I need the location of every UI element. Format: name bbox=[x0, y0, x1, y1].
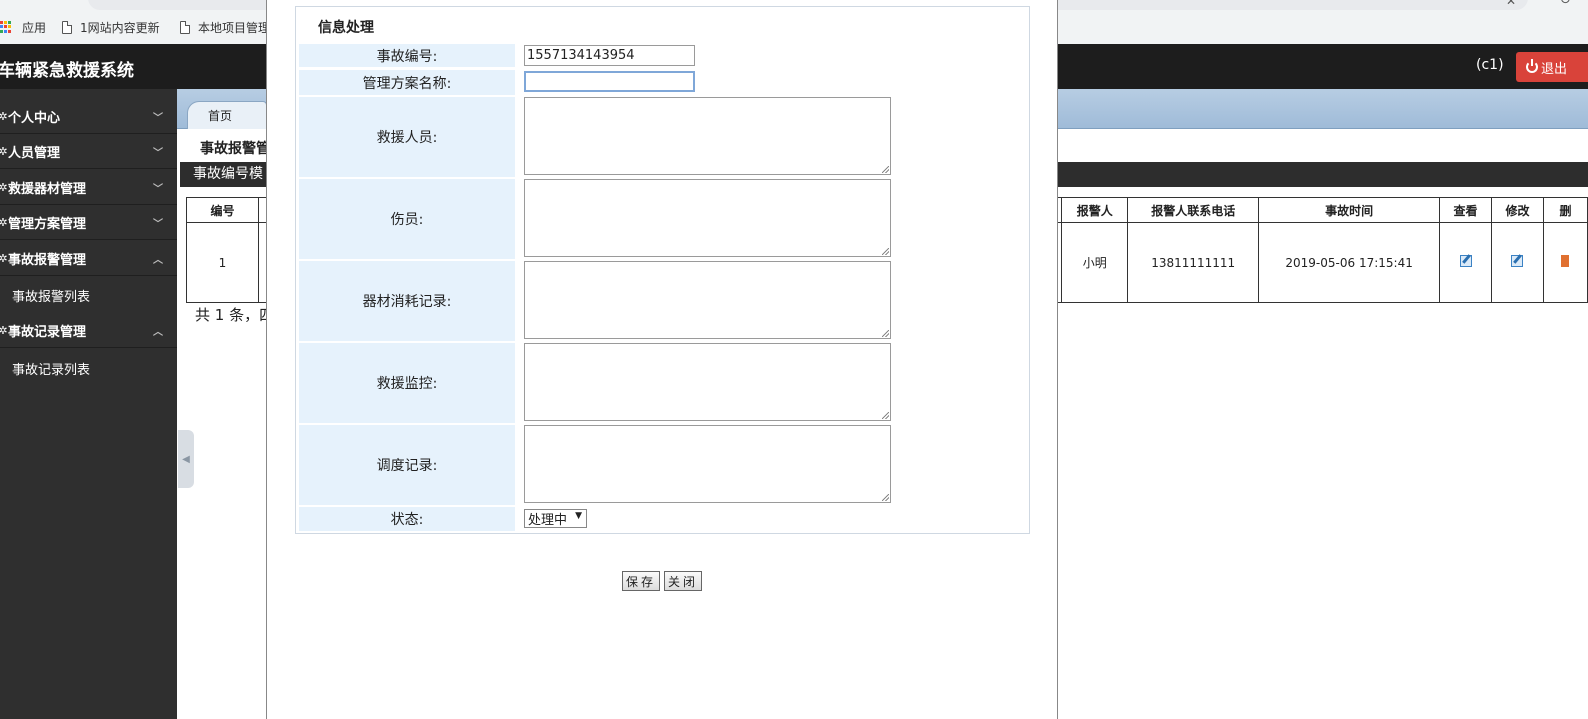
dispatch-label: 调度记录: bbox=[299, 425, 515, 505]
browser-menu-icon[interactable]: ⊖ bbox=[1560, 0, 1571, 7]
chevron-down-icon: ﹀ bbox=[153, 148, 163, 159]
app-title: 车辆紧急救援系统 bbox=[0, 61, 134, 81]
gear-icon: ✲ bbox=[0, 144, 8, 158]
plan-name-field[interactable] bbox=[524, 71, 695, 92]
sidebar-item-label: 人员管理 bbox=[8, 145, 61, 161]
tab-label: 首页 bbox=[208, 109, 233, 123]
close-icon[interactable]: ✕ bbox=[1506, 0, 1516, 8]
dispatch-textarea[interactable] bbox=[524, 425, 891, 503]
search-label: 事故编号模 bbox=[193, 166, 263, 182]
status-select[interactable]: 处理中 ▼ bbox=[524, 509, 587, 528]
sidebar-item-label: 个人中心 bbox=[8, 110, 61, 126]
gear-icon: ✲ bbox=[0, 323, 8, 337]
logout-button[interactable]: 退出 bbox=[1516, 52, 1588, 82]
bookmark-label: 1网站内容更新 bbox=[80, 20, 160, 35]
pager-summary: 共 1 条，四 bbox=[195, 306, 275, 324]
sidebar-item-records[interactable]: ✲ 事故记录管理 ︿ bbox=[0, 313, 177, 348]
sidebar-item-alarm[interactable]: ✲ 事故报警管理 ︿ bbox=[0, 241, 177, 276]
rescuers-textarea[interactable] bbox=[524, 97, 891, 175]
monitor-label: 救援监控: bbox=[299, 343, 515, 423]
current-user: (c1) bbox=[1476, 57, 1504, 73]
view-cell bbox=[1439, 222, 1493, 303]
cell-id: 1 bbox=[186, 222, 259, 303]
sidebar-item-plans[interactable]: ✲ 管理方案管理 ﹀ bbox=[0, 205, 177, 240]
logout-label: 退出 bbox=[1541, 61, 1568, 77]
view-icon[interactable] bbox=[1459, 255, 1472, 267]
column-header: 报警人联系电话 bbox=[1127, 197, 1260, 223]
gear-icon: ✲ bbox=[0, 180, 8, 194]
chevron-up-icon: ︿ bbox=[153, 327, 163, 338]
form-box: 信息处理 事故编号: 1557134143954 管理方案名称: 救援人员: 伤… bbox=[295, 6, 1030, 534]
chevron-down-icon: ﹀ bbox=[153, 219, 163, 230]
injured-textarea[interactable] bbox=[524, 179, 891, 257]
edit-cell bbox=[1491, 222, 1544, 303]
bookmark-apps[interactable]: 应用 bbox=[0, 17, 46, 37]
caret-down-icon: ▼ bbox=[575, 511, 582, 521]
column-header: 删 bbox=[1542, 197, 1588, 223]
bookmark-label: 应用 bbox=[22, 20, 47, 35]
page-icon bbox=[62, 20, 72, 34]
sidebar-item-equipment[interactable]: ✲ 救援器材管理 ﹀ bbox=[0, 170, 177, 205]
status-value: 处理中 bbox=[528, 513, 568, 528]
injured-label: 伤员: bbox=[299, 179, 515, 259]
sidebar-subitem-label: 事故报警列表 bbox=[12, 289, 91, 305]
bookmark-local-projects[interactable]: 本地项目管理 bbox=[180, 17, 270, 37]
plan-name-label: 管理方案名称: bbox=[299, 70, 515, 95]
bookmark-site-update[interactable]: 1网站内容更新 bbox=[62, 17, 160, 37]
sidebar-subitem-label: 事故记录列表 bbox=[12, 362, 91, 378]
sidebar-item-label: 事故报警管理 bbox=[8, 252, 87, 268]
sidebar-subitem-alarm-list[interactable]: 事故报警列表 bbox=[0, 277, 177, 313]
chevron-up-icon: ︿ bbox=[153, 255, 163, 266]
chevron-down-icon: ﹀ bbox=[153, 113, 163, 124]
rescuers-label: 救援人员: bbox=[299, 97, 515, 177]
gear-icon: ✲ bbox=[0, 109, 8, 123]
bookmark-label: 本地项目管理 bbox=[198, 20, 271, 35]
status-label: 状态: bbox=[299, 507, 515, 531]
page-icon bbox=[180, 20, 190, 34]
gear-icon: ✲ bbox=[0, 251, 8, 265]
column-header: 修改 bbox=[1491, 197, 1544, 223]
equipment-label: 器材消耗记录: bbox=[299, 261, 515, 341]
column-header: 查看 bbox=[1439, 197, 1493, 223]
sidebar-item-label: 事故记录管理 bbox=[8, 324, 87, 340]
apps-grid-icon bbox=[0, 21, 12, 33]
cell-phone: 13811111111 bbox=[1127, 222, 1260, 303]
sidebar-item-personnel[interactable]: ✲ 人员管理 ﹀ bbox=[0, 134, 177, 169]
accident-no-field[interactable]: 1557134143954 bbox=[524, 45, 695, 66]
monitor-textarea[interactable] bbox=[524, 343, 891, 421]
info-process-dialog: 信息处理 事故编号: 1557134143954 管理方案名称: 救援人员: 伤… bbox=[266, 0, 1058, 719]
tab-home[interactable]: 首页 bbox=[187, 101, 267, 129]
delete-icon[interactable] bbox=[1561, 255, 1570, 267]
caret-left-icon: ◀ bbox=[182, 453, 190, 465]
column-header: 编号 bbox=[186, 197, 259, 223]
delete-cell bbox=[1542, 222, 1588, 303]
edit-icon[interactable] bbox=[1511, 255, 1524, 267]
sidebar: ✲ 个人中心 ﹀ ✲ 人员管理 ﹀ ✲ 救援器材管理 ﹀ ✲ 管理方案管理 ﹀ … bbox=[0, 89, 177, 719]
equipment-textarea[interactable] bbox=[524, 261, 891, 339]
sidebar-subitem-record-list[interactable]: 事故记录列表 bbox=[0, 350, 177, 386]
dialog-title: 信息处理 bbox=[318, 20, 374, 36]
sidebar-item-label: 管理方案管理 bbox=[8, 216, 87, 232]
close-button[interactable]: 关闭 bbox=[664, 571, 702, 591]
sidebar-collapse-toggle[interactable]: ◀ bbox=[178, 430, 194, 488]
gear-icon: ✲ bbox=[0, 215, 8, 229]
power-icon bbox=[1526, 59, 1538, 73]
column-header: 报警人 bbox=[1061, 197, 1129, 223]
sidebar-item-label: 救援器材管理 bbox=[8, 181, 87, 197]
breadcrumb: 事故报警管 bbox=[200, 141, 270, 157]
save-button[interactable]: 保存 bbox=[622, 571, 660, 591]
accident-no-label: 事故编号: bbox=[299, 44, 515, 67]
chevron-down-icon: ﹀ bbox=[153, 184, 163, 195]
cell-reporter: 小明 bbox=[1061, 222, 1129, 303]
cell-time: 2019-05-06 17:15:41 bbox=[1258, 222, 1441, 303]
sidebar-item-personal-center[interactable]: ✲ 个人中心 ﹀ bbox=[0, 99, 177, 134]
column-header: 事故时间 bbox=[1258, 197, 1441, 223]
